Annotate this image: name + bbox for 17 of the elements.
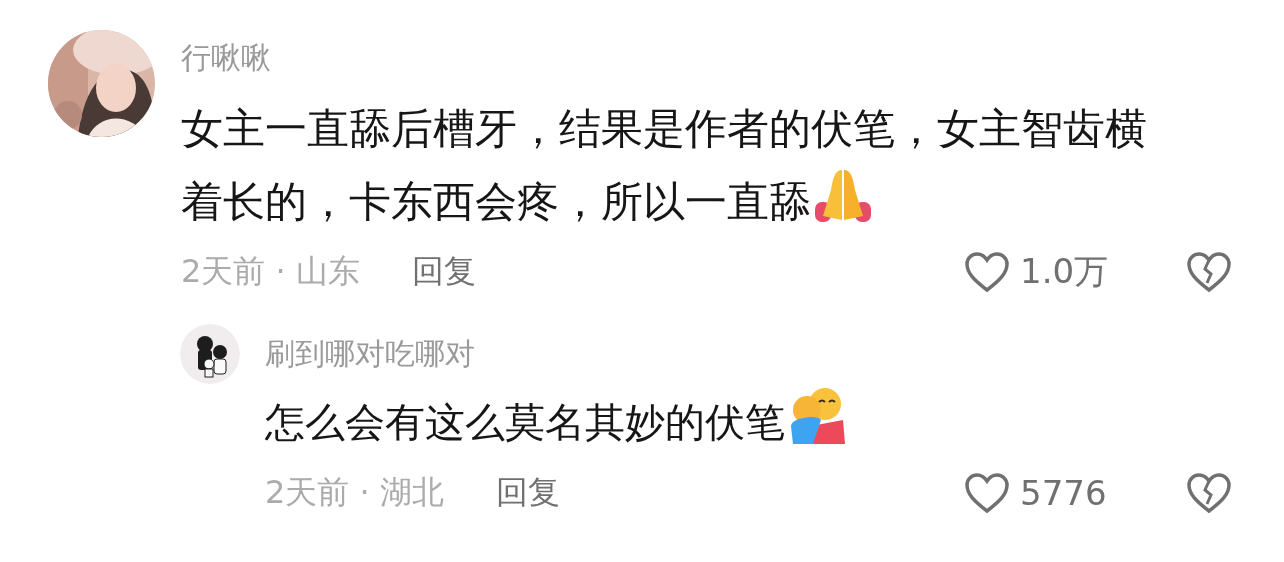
comment-text: 怎么会有这么莫名其妙的伏笔 — [265, 386, 1232, 459]
broken-heart-icon — [1186, 472, 1232, 514]
dislike-button[interactable] — [1186, 472, 1232, 514]
comment-text: 女主一直舔后槽牙，结果是作者的伏笔，女主智齿横着长的，卡东西会疼，所以一直舔 — [181, 103, 1148, 228]
like-count: 5776 — [1020, 473, 1107, 513]
dislike-button[interactable] — [1186, 251, 1232, 293]
time-location: 2天前 · 山东 — [181, 251, 360, 292]
reply-button[interactable]: 回复 — [411, 250, 476, 294]
broken-heart-icon — [1186, 251, 1232, 293]
author-name[interactable]: 行啾啾 — [181, 38, 1232, 78]
like-count: 1.0万 — [1020, 250, 1109, 293]
like-button[interactable]: 5776 — [964, 472, 1154, 514]
time-location: 2天前 · 湖北 — [265, 472, 444, 513]
reply-button[interactable]: 回复 — [495, 471, 560, 515]
author-name[interactable]: 刷到哪对吃哪对 — [265, 334, 1232, 374]
cartoon-avatar-drawing — [180, 324, 240, 384]
like-button[interactable]: 1.0万 — [964, 249, 1154, 295]
